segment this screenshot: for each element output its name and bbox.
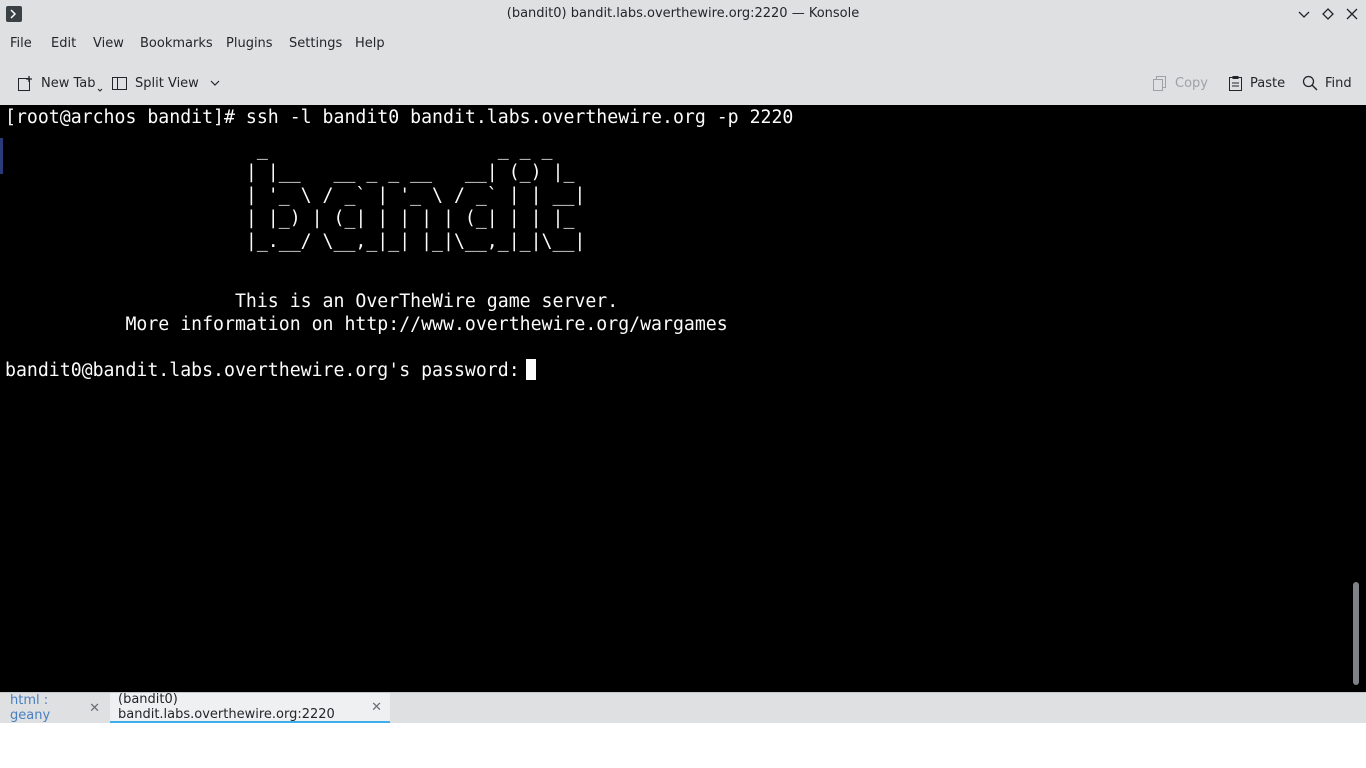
paste-icon [1229,75,1242,91]
find-label: Find [1325,75,1352,91]
close-icon[interactable]: ✕ [89,701,100,716]
tab-bandit0[interactable]: (bandit0) bandit.labs.overthewire.org:22… [110,692,390,723]
menu-edit[interactable]: Edit [51,36,76,51]
new-tab-button[interactable]: New Tab [17,72,110,94]
close-icon[interactable] [1343,5,1361,23]
menu-view[interactable]: View [93,36,124,51]
menu-bar: File Edit View Bookmarks Plugins Setting… [0,29,1366,60]
paste-button[interactable]: Paste [1228,72,1285,94]
split-view-icon [112,76,127,90]
tab-label: html : geany [10,693,51,723]
copy-icon [1153,75,1166,91]
copy-button[interactable]: Copy [1152,72,1208,94]
close-icon[interactable]: ✕ [371,700,382,715]
toolbar: New Tab Split View Copy Paste Find [0,60,1366,106]
copy-label: Copy [1175,75,1208,91]
menu-bookmarks[interactable]: Bookmarks [140,36,213,51]
line-marker [0,138,3,174]
window-title: (bandit0) bandit.labs.overthewire.org:22… [506,6,860,21]
command-line: [root@archos bandit]# ssh -l bandit0 ban… [5,107,794,128]
split-view-label: Split View [135,75,199,91]
search-icon [1302,75,1318,91]
password-line[interactable]: bandit0@bandit.labs.overthewire.org's pa… [5,359,536,382]
chevron-down-icon [97,88,102,92]
bottom-area [0,723,1366,768]
scrollbar-thumb[interactable] [1353,582,1359,685]
menu-settings[interactable]: Settings [289,36,342,51]
tab-label: (bandit0) bandit.labs.overthewire.org:22… [118,692,335,722]
find-button[interactable]: Find [1302,72,1352,94]
split-view-button[interactable]: Split View [111,72,228,94]
tab-bar: html : geany ✕ (bandit0) bandit.labs.ove… [0,692,1366,724]
new-tab-icon [18,75,32,91]
bandit-ascii-art: _ _ _ _ | |__ __ _ _ __ __| (_) |_ | '_ … [245,139,586,252]
maximize-icon[interactable] [1319,5,1337,23]
minimize-icon[interactable] [1295,5,1313,23]
menu-file[interactable]: File [10,36,32,51]
text-cursor [525,359,536,380]
menu-help[interactable]: Help [355,36,385,51]
paste-label: Paste [1250,75,1286,91]
terminal-view[interactable]: [root@archos bandit]# ssh -l bandit0 ban… [0,105,1366,692]
title-bar: (bandit0) bandit.labs.overthewire.org:22… [0,0,1366,29]
chevron-down-icon [210,80,220,86]
new-tab-label: New Tab [41,75,96,91]
menu-plugins[interactable]: Plugins [226,36,273,51]
banner-line-1: This is an OverTheWire game server. [5,291,619,312]
tab-html-geany[interactable]: html : geany ✕ [2,693,108,723]
password-prompt: bandit0@bandit.labs.overthewire.org's pa… [5,360,520,381]
banner-line-2: More information on http://www.overthewi… [5,314,728,335]
